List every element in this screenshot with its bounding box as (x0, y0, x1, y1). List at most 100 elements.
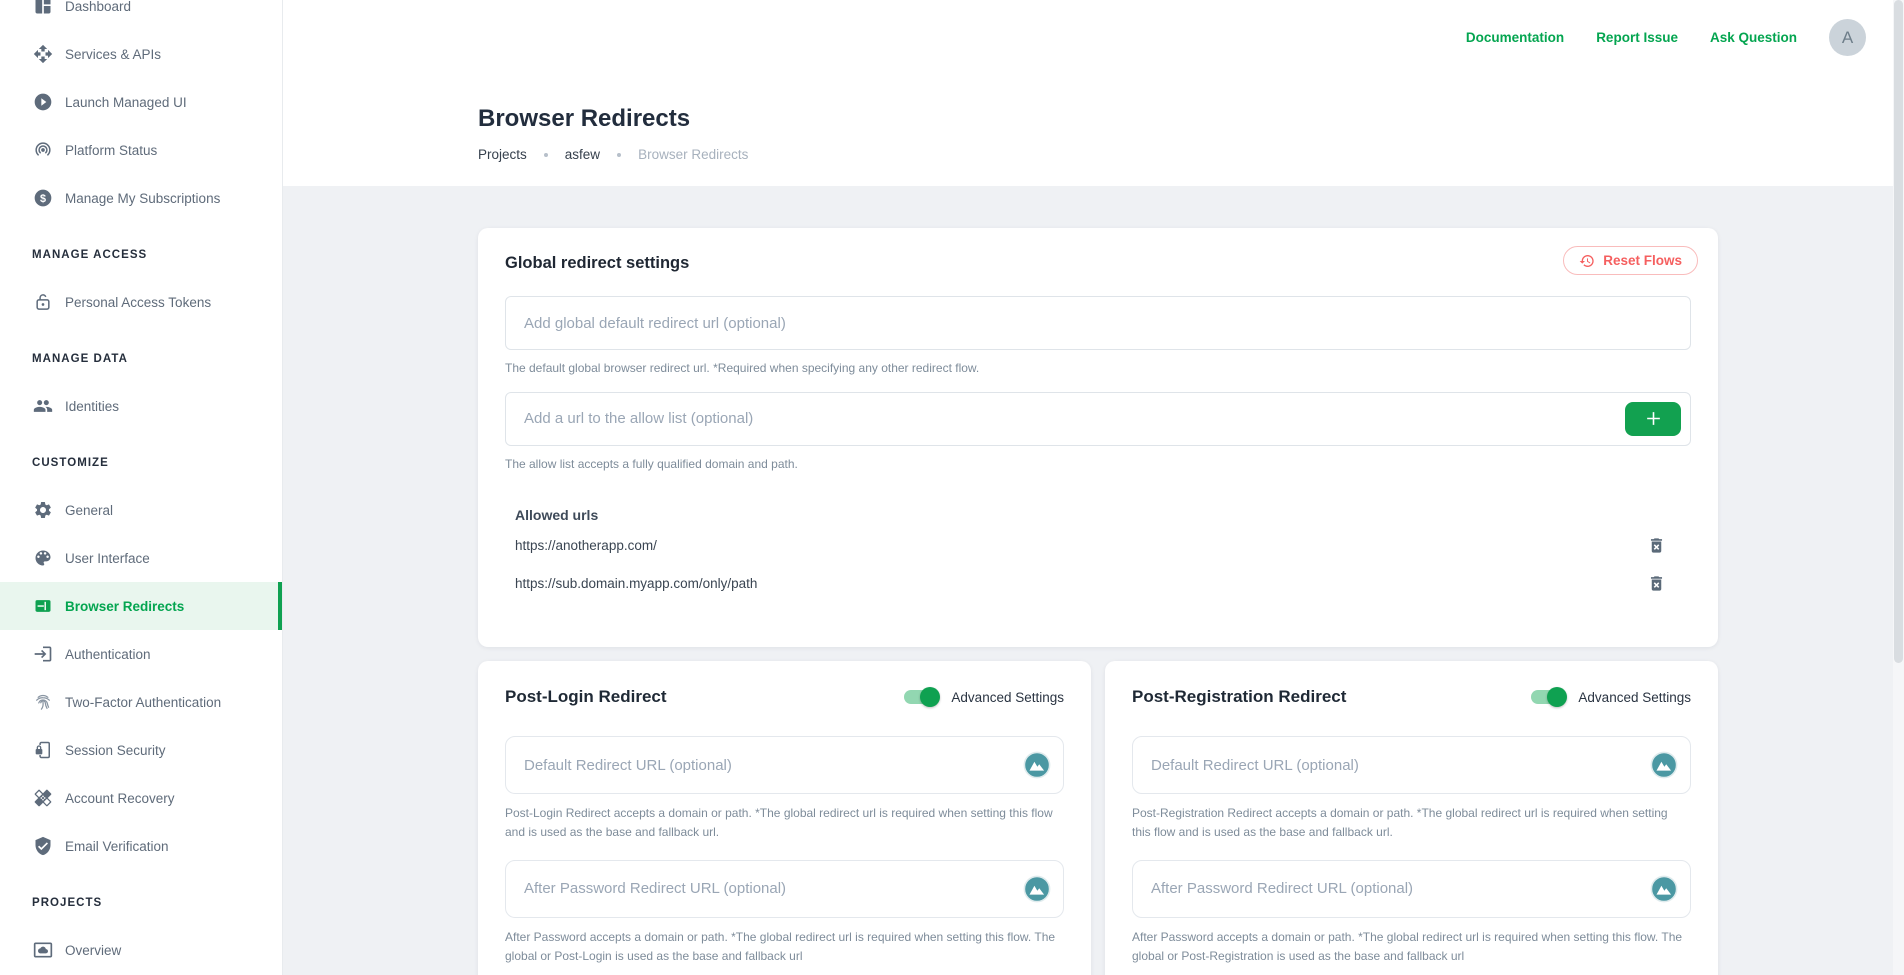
sidebar-item-label: User Interface (65, 551, 150, 566)
allowed-urls-title: Allowed urls (515, 507, 1691, 523)
global-redirect-settings-card: Global redirect settings Reset Flows The… (478, 228, 1718, 647)
sidebar-item-general[interactable]: General (0, 486, 282, 534)
allow-list-url-input[interactable] (505, 392, 1691, 446)
teal-mountain-icon[interactable] (1023, 875, 1051, 903)
sidebar-item-label: Launch Managed UI (65, 95, 187, 110)
toggle-knob (1547, 687, 1567, 707)
delete-url-button[interactable] (1647, 536, 1667, 556)
sidebar-item-label: Manage My Subscriptions (65, 191, 220, 206)
sidebar-nav: Dashboard Services & APIs Launch Managed… (0, 0, 282, 974)
teal-mountain-icon[interactable] (1023, 751, 1051, 779)
sidebar-item-overview[interactable]: Overview (0, 926, 282, 974)
post-login-after-password-input[interactable] (505, 860, 1064, 918)
ask-question-link[interactable]: Ask Question (1710, 30, 1797, 45)
login-icon (33, 644, 53, 664)
breadcrumb-separator (544, 153, 548, 157)
sidebar-item-two-factor-authentication[interactable]: Two-Factor Authentication (0, 678, 282, 726)
sidebar-item-session-security[interactable]: Session Security (0, 726, 282, 774)
sidebar-item-label: Identities (65, 399, 119, 414)
sidebar-item-browser-redirects[interactable]: Browser Redirects (0, 582, 282, 630)
advanced-settings-label: Advanced Settings (951, 690, 1064, 705)
main-area: Documentation Report Issue Ask Question … (283, 0, 1904, 975)
teal-mountain-icon[interactable] (1650, 875, 1678, 903)
post-registration-after-password-input[interactable] (1132, 860, 1691, 918)
avatar[interactable]: A (1829, 19, 1866, 56)
post-registration-redirect-card: Post-Registration Redirect Advanced Sett… (1105, 661, 1718, 975)
reset-flows-button[interactable]: Reset Flows (1563, 246, 1698, 275)
svg-text:$: $ (40, 193, 46, 205)
allowed-url-row: https://sub.domain.myapp.com/only/path (505, 568, 1691, 599)
sidebar-item-label: Overview (65, 943, 121, 958)
sidebar-item-authentication[interactable]: Authentication (0, 630, 282, 678)
sidebar-item-manage-subscriptions[interactable]: $ Manage My Subscriptions (0, 174, 282, 222)
sidebar-item-launch-managed-ui[interactable]: Launch Managed UI (0, 78, 282, 126)
breadcrumb-project-name[interactable]: asfew (565, 147, 600, 162)
page-title: Browser Redirects (478, 104, 748, 134)
sidebar-item-services-apis[interactable]: Services & APIs (0, 30, 282, 78)
post-login-after-password-help: After Password accepts a domain or path.… (505, 928, 1064, 966)
add-allow-url-button[interactable] (1625, 402, 1681, 436)
sidebar-section-customize: CUSTOMIZE (0, 440, 282, 486)
page-scrollbar[interactable] (1893, 0, 1904, 975)
sidebar-item-label: Session Security (65, 743, 166, 758)
documentation-link[interactable]: Documentation (1466, 30, 1564, 45)
sidebar-item-identities[interactable]: Identities (0, 382, 282, 430)
breadcrumb-current: Browser Redirects (638, 147, 748, 162)
sidebar-section-manage-access: MANAGE ACCESS (0, 232, 282, 278)
reset-flows-label: Reset Flows (1603, 253, 1682, 268)
phone-lock-icon (33, 740, 53, 760)
global-default-redirect-help: The default global browser redirect url.… (505, 359, 1691, 378)
sidebar-section-projects: PROJECTS (0, 880, 282, 926)
plus-icon (1644, 409, 1663, 428)
sidebar-item-label: Services & APIs (65, 47, 161, 62)
post-registration-default-help: Post-Registration Redirect accepts a dom… (1132, 804, 1691, 842)
browser-window-icon (33, 596, 53, 616)
topbar: Documentation Report Issue Ask Question … (1466, 0, 1893, 75)
report-issue-link[interactable]: Report Issue (1596, 30, 1678, 45)
post-login-default-redirect-input[interactable] (505, 736, 1064, 794)
sidebar-item-personal-access-tokens[interactable]: Personal Access Tokens (0, 278, 282, 326)
post-registration-advanced-settings: Advanced Settings (1531, 690, 1691, 705)
post-registration-after-password-help: After Password accepts a domain or path.… (1132, 928, 1691, 966)
advanced-settings-toggle[interactable] (904, 690, 938, 704)
services-apis-icon (33, 44, 53, 64)
sidebar-item-user-interface[interactable]: User Interface (0, 534, 282, 582)
content-panel: Global redirect settings Reset Flows The… (283, 186, 1904, 975)
sidebar-item-label: Platform Status (65, 143, 157, 158)
cloud-frame-icon (33, 940, 53, 960)
sidebar-item-account-recovery[interactable]: Account Recovery (0, 774, 282, 822)
delete-url-button[interactable] (1647, 574, 1667, 594)
post-login-title: Post-Login Redirect (505, 685, 667, 709)
global-default-redirect-url-input[interactable] (505, 296, 1691, 350)
scrollbar-thumb[interactable] (1894, 0, 1903, 663)
breadcrumb-projects[interactable]: Projects (478, 147, 527, 162)
trash-icon (1647, 574, 1667, 593)
palette-icon (33, 548, 53, 568)
post-login-default-help: Post-Login Redirect accepts a domain or … (505, 804, 1064, 842)
sidebar-item-platform-status[interactable]: Platform Status (0, 126, 282, 174)
sidebar-item-email-verification[interactable]: Email Verification (0, 822, 282, 870)
sidebar-item-label: Two-Factor Authentication (65, 695, 221, 710)
teal-mountain-icon[interactable] (1650, 751, 1678, 779)
allowed-url-row: https://anotherapp.com/ (505, 530, 1691, 561)
flow-cards-row: Post-Login Redirect Advanced Settings Po… (478, 661, 1718, 975)
sidebar-item-label: Personal Access Tokens (65, 295, 211, 310)
people-icon (33, 396, 53, 416)
sidebar-item-label: Browser Redirects (65, 599, 184, 614)
shield-check-icon (33, 836, 53, 856)
advanced-settings-toggle[interactable] (1531, 690, 1565, 704)
post-login-advanced-settings: Advanced Settings (904, 690, 1064, 705)
advanced-settings-label: Advanced Settings (1578, 690, 1691, 705)
platform-status-icon (33, 140, 53, 160)
sidebar-section-manage-data: MANAGE DATA (0, 336, 282, 382)
post-registration-default-redirect-input[interactable] (1132, 736, 1691, 794)
sidebar-item-label: Account Recovery (65, 791, 175, 806)
sidebar-item-label: General (65, 503, 113, 518)
gear-icon (33, 500, 53, 520)
sidebar-item-dashboard[interactable]: Dashboard (0, 0, 282, 30)
dollar-circle-icon: $ (33, 188, 53, 208)
allow-list-help: The allow list accepts a fully qualified… (505, 455, 1691, 474)
allowed-url-text: https://anotherapp.com/ (515, 538, 1647, 553)
page-head: Browser Redirects Projects asfew Browser… (478, 104, 748, 162)
sidebar: Dashboard Services & APIs Launch Managed… (0, 0, 283, 975)
